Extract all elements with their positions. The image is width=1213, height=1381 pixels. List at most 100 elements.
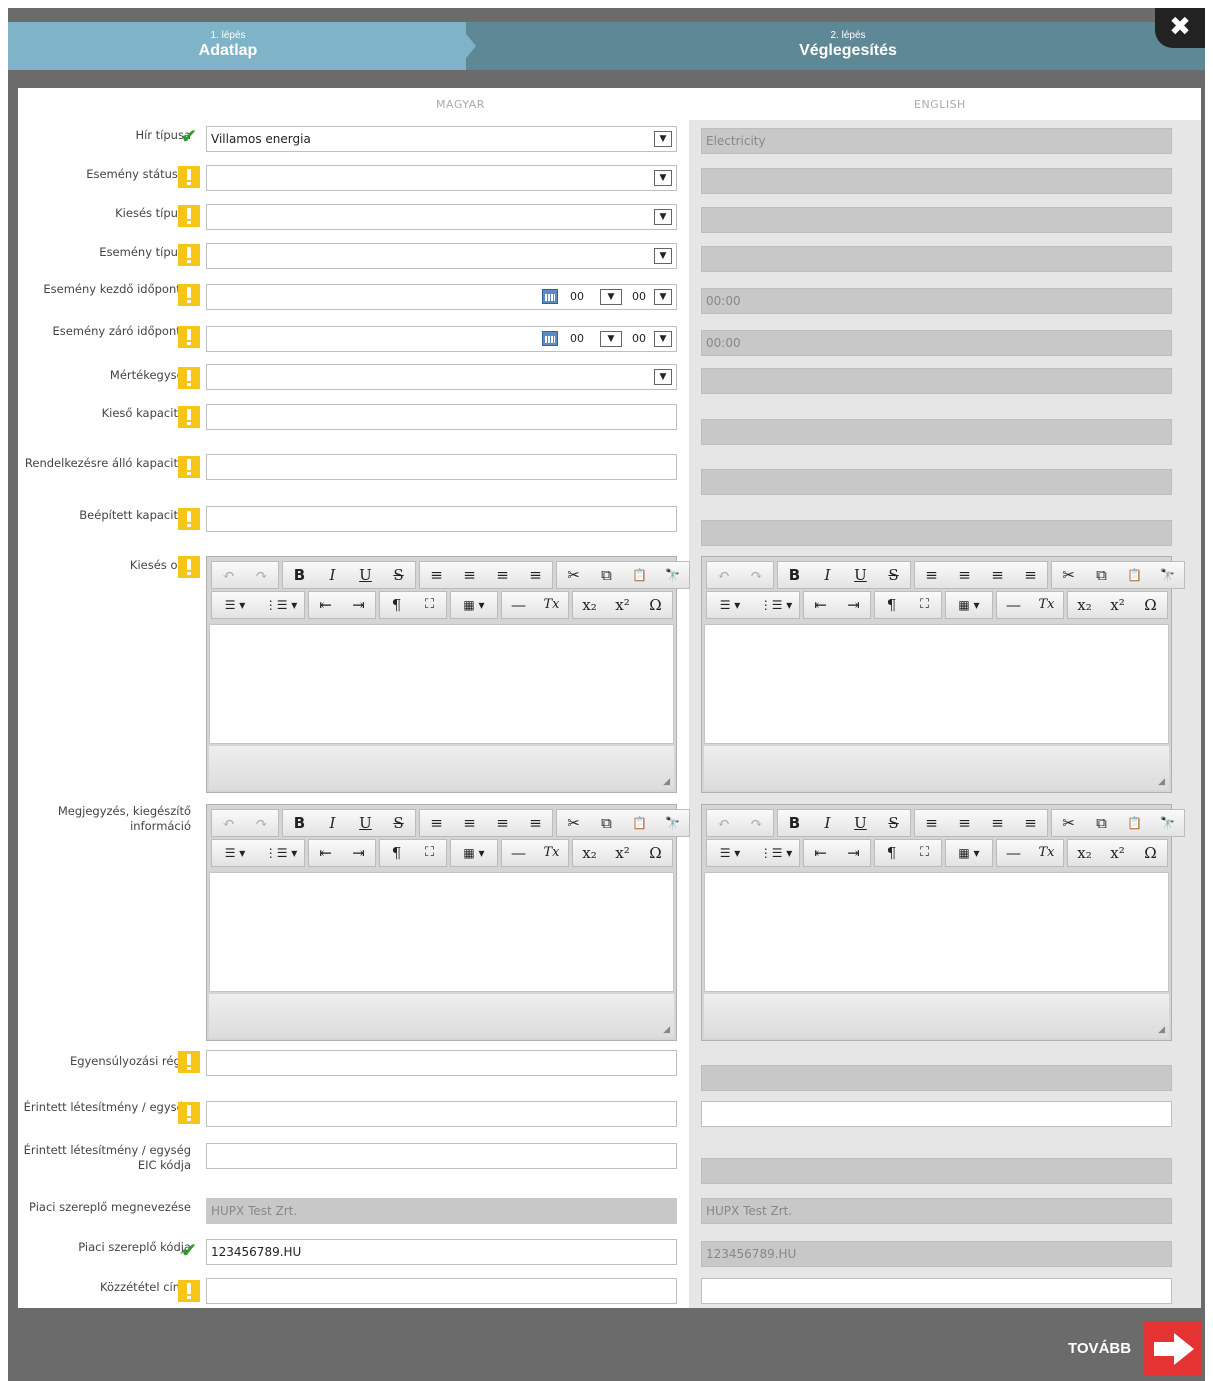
strikethrough-icon[interactable]: S — [382, 562, 415, 588]
chevron-down-icon[interactable]: ▼ — [654, 170, 672, 186]
input-kozzetetel[interactable] — [206, 1278, 677, 1304]
paragraph-icon[interactable]: ¶ — [380, 840, 413, 866]
strikethrough-icon[interactable]: S — [877, 810, 910, 836]
special-char-icon[interactable]: Ω — [639, 840, 672, 866]
select-esemeny-statusza[interactable]: ▼ — [206, 165, 677, 191]
table-icon[interactable]: ▦ ▾ — [946, 840, 992, 866]
maximize-icon[interactable]: ⛶ — [413, 840, 446, 866]
calendar-icon[interactable] — [542, 331, 558, 346]
subscript-icon[interactable]: x₂ — [1068, 840, 1101, 866]
select-hir-tipusa[interactable]: Villamos energia ▼ — [206, 126, 677, 152]
find-icon[interactable]: 🔭 — [656, 562, 689, 588]
strikethrough-icon[interactable]: S — [382, 810, 415, 836]
italic-icon[interactable]: I — [316, 562, 349, 588]
align-center-icon[interactable]: ≡ — [453, 810, 486, 836]
cut-icon[interactable]: ✂ — [557, 810, 590, 836]
editor-text-area[interactable] — [209, 872, 674, 992]
italic-icon[interactable]: I — [811, 562, 844, 588]
minute-dropdown-chevron-icon[interactable]: ▼ — [654, 331, 672, 347]
subscript-icon[interactable]: x₂ — [573, 592, 606, 618]
remove-format-icon[interactable]: Tx — [1030, 592, 1063, 618]
editor-text-area[interactable] — [209, 624, 674, 744]
en-kozzetetel-input[interactable] — [701, 1278, 1172, 1304]
strikethrough-icon[interactable]: S — [877, 562, 910, 588]
align-right-icon[interactable]: ≡ — [981, 810, 1014, 836]
hour-dropdown-chevron-icon[interactable]: ▼ — [600, 331, 622, 347]
hour-dropdown-chevron-icon[interactable]: ▼ — [600, 289, 622, 305]
remove-format-icon[interactable]: Tx — [535, 840, 568, 866]
redo-icon[interactable]: ↷ — [245, 810, 278, 836]
input-beepitett[interactable] — [206, 506, 677, 532]
copy-icon[interactable]: ⧉ — [590, 810, 623, 836]
resize-grip-icon[interactable]: ◢ — [663, 777, 670, 787]
numbered-list-icon[interactable]: ⋮☰ ▾ — [258, 592, 304, 618]
chevron-down-icon[interactable]: ▼ — [654, 248, 672, 264]
superscript-icon[interactable]: x² — [606, 840, 639, 866]
copy-icon[interactable]: ⧉ — [590, 562, 623, 588]
chevron-down-icon[interactable]: ▼ — [654, 131, 672, 147]
align-center-icon[interactable]: ≡ — [948, 810, 981, 836]
input-kieso-kapacitas[interactable] — [206, 404, 677, 430]
input-piaci-kod[interactable]: 123456789.HU — [206, 1239, 677, 1265]
superscript-icon[interactable]: x² — [1101, 592, 1134, 618]
superscript-icon[interactable]: x² — [606, 592, 639, 618]
find-icon[interactable]: 🔭 — [1151, 810, 1184, 836]
outdent-icon[interactable]: ⇤ — [309, 592, 342, 618]
resize-grip-icon[interactable]: ◢ — [1158, 777, 1165, 787]
close-icon[interactable]: ✖ — [1155, 8, 1205, 48]
subscript-icon[interactable]: x₂ — [573, 840, 606, 866]
maximize-icon[interactable]: ⛶ — [413, 592, 446, 618]
remove-format-icon[interactable]: Tx — [535, 592, 568, 618]
paragraph-icon[interactable]: ¶ — [875, 592, 908, 618]
select-mertekegyseg[interactable]: ▼ — [206, 364, 677, 390]
chevron-down-icon[interactable]: ▼ — [654, 369, 672, 385]
chevron-down-icon[interactable]: ▼ — [654, 209, 672, 225]
redo-icon[interactable]: ↷ — [740, 810, 773, 836]
paste-icon[interactable]: 📋 — [1118, 562, 1151, 588]
minute-dropdown-chevron-icon[interactable]: ▼ — [654, 289, 672, 305]
undo-icon[interactable]: ↶ — [212, 810, 245, 836]
outdent-icon[interactable]: ⇤ — [804, 592, 837, 618]
horizontal-line-icon[interactable]: — — [997, 840, 1030, 866]
en-erintett-input[interactable] — [701, 1101, 1172, 1127]
indent-icon[interactable]: ⇥ — [837, 840, 870, 866]
special-char-icon[interactable]: Ω — [639, 592, 672, 618]
editor-text-area[interactable] — [704, 872, 1169, 992]
align-justify-icon[interactable]: ≡ — [519, 562, 552, 588]
indent-icon[interactable]: ⇥ — [837, 592, 870, 618]
paste-icon[interactable]: 📋 — [623, 810, 656, 836]
copy-icon[interactable]: ⧉ — [1085, 562, 1118, 588]
bullet-list-icon[interactable]: ☰ ▾ — [707, 840, 753, 866]
align-justify-icon[interactable]: ≡ — [519, 810, 552, 836]
numbered-list-icon[interactable]: ⋮☰ ▾ — [753, 592, 799, 618]
next-label[interactable]: TOVÁBB — [1068, 1340, 1131, 1357]
special-char-icon[interactable]: Ω — [1134, 592, 1167, 618]
superscript-icon[interactable]: x² — [1101, 840, 1134, 866]
align-justify-icon[interactable]: ≡ — [1014, 810, 1047, 836]
cut-icon[interactable]: ✂ — [1052, 810, 1085, 836]
italic-icon[interactable]: I — [316, 810, 349, 836]
remove-format-icon[interactable]: Tx — [1030, 840, 1063, 866]
next-button[interactable] — [1144, 1321, 1201, 1376]
align-right-icon[interactable]: ≡ — [486, 810, 519, 836]
calendar-icon[interactable] — [542, 289, 558, 304]
input-erintett[interactable] — [206, 1101, 677, 1127]
underline-icon[interactable]: U — [844, 562, 877, 588]
find-icon[interactable]: 🔭 — [1151, 562, 1184, 588]
bullet-list-icon[interactable]: ☰ ▾ — [212, 840, 258, 866]
table-icon[interactable]: ▦ ▾ — [946, 592, 992, 618]
paste-icon[interactable]: 📋 — [623, 562, 656, 588]
redo-icon[interactable]: ↷ — [740, 562, 773, 588]
paragraph-icon[interactable]: ¶ — [380, 592, 413, 618]
bold-icon[interactable]: B — [283, 810, 316, 836]
special-char-icon[interactable]: Ω — [1134, 840, 1167, 866]
align-left-icon[interactable]: ≡ — [420, 810, 453, 836]
input-rendelkezesre[interactable] — [206, 454, 677, 480]
select-esemeny-tipusa[interactable]: ▼ — [206, 243, 677, 269]
copy-icon[interactable]: ⧉ — [1085, 810, 1118, 836]
align-right-icon[interactable]: ≡ — [981, 562, 1014, 588]
maximize-icon[interactable]: ⛶ — [908, 840, 941, 866]
input-erintett-eic[interactable] — [206, 1143, 677, 1169]
underline-icon[interactable]: U — [844, 810, 877, 836]
undo-icon[interactable]: ↶ — [707, 562, 740, 588]
